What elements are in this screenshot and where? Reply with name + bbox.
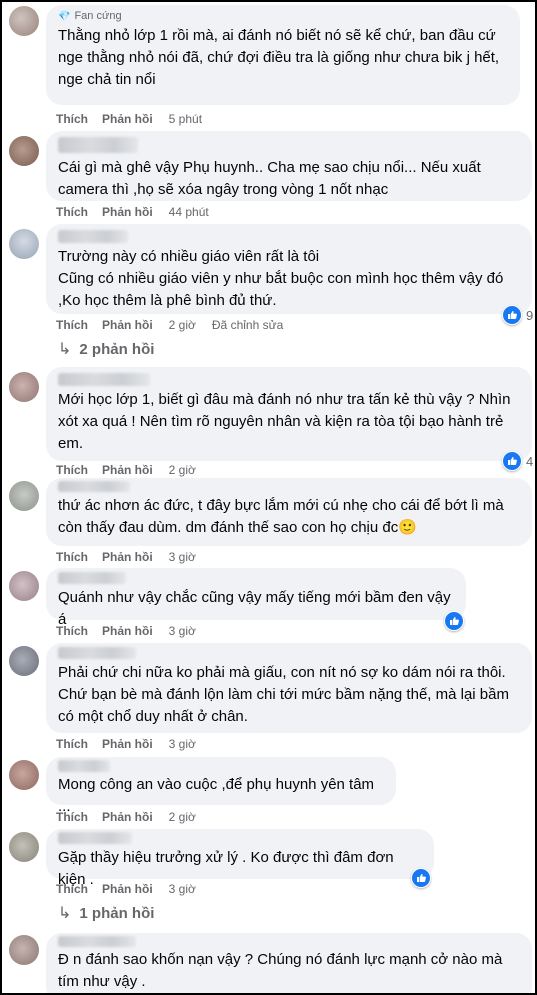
avatar[interactable] <box>9 646 39 676</box>
avatar[interactable] <box>9 760 39 790</box>
commenter-name[interactable] <box>58 481 130 492</box>
comment-actions: Thích Phản hồi 3 giờ <box>56 623 196 639</box>
comment-bubble: Mong công an vào cuộc ,để phụ huynh yên … <box>46 757 396 815</box>
reply-button[interactable]: Phản hồi <box>102 737 153 751</box>
avatar[interactable] <box>9 229 39 259</box>
like-button[interactable]: Thích <box>56 318 88 332</box>
reply-button[interactable]: Phản hồi <box>102 463 153 477</box>
like-button[interactable]: Thích <box>56 112 88 126</box>
like-button[interactable]: Thích <box>56 810 88 824</box>
reply-button[interactable]: Phản hồi <box>102 318 153 332</box>
reply-button[interactable]: Phản hồi <box>102 550 153 564</box>
comment-text: Mới học lớp 1, biết gì đâu mà đánh nó nh… <box>58 391 511 452</box>
comment-bubble: 💎 Fan cứng Thằng nhỏ lớp 1 rồi mà, ai đán… <box>46 5 520 105</box>
comment-bubble: Quánh như vậy chắc cũng vậy mấy tiếng mớ… <box>46 568 466 628</box>
comment-bubble: thứ ác nhơn ác đức, t đây bực lắm mới cú… <box>46 478 532 546</box>
commenter-name[interactable] <box>58 936 136 947</box>
timestamp: 3 giờ <box>168 737 196 751</box>
reaction-summary[interactable] <box>444 611 464 631</box>
comment-actions: Thích Phản hồi 3 giờ <box>56 881 196 897</box>
thumbs-up-icon <box>411 868 431 888</box>
comment-body: thứ ác nhơn ác đức, t đây bực lắm mới cú… <box>58 497 504 536</box>
reaction-summary[interactable]: 4 <box>502 451 533 471</box>
avatar[interactable] <box>9 935 39 965</box>
commenter-name[interactable] <box>58 832 132 844</box>
fan-badge: 💎 Fan cứng <box>58 9 508 23</box>
replies-label: 2 phản hồi <box>79 341 155 358</box>
comment-actions: Thích Phản hồi 44 phút <box>56 204 209 220</box>
comment-actions: Thích Phản hồi 3 giờ <box>56 549 196 565</box>
comment-text: Phải chứ chi nữa ko phải mà giấu, con ní… <box>58 664 509 725</box>
thumbs-up-icon <box>502 305 522 325</box>
like-button[interactable]: Thích <box>56 737 88 751</box>
comment-bubble: Gặp thầy hiệu trưởng xử lý . Ko được thì… <box>46 829 434 888</box>
commenter-name[interactable] <box>58 760 110 772</box>
comment-bubble: Đ n đánh sao khốn nạn vậy ? Chúng nó đán… <box>46 933 532 993</box>
commenter-name[interactable] <box>58 137 138 153</box>
timestamp: 44 phút <box>168 205 209 219</box>
like-button[interactable]: Thích <box>56 624 88 638</box>
reply-button[interactable]: Phản hồi <box>102 112 153 126</box>
edited-label: Đã chỉnh sửa <box>211 318 284 332</box>
comment-bubble: Mới học lớp 1, biết gì đâu mà đánh nó nh… <box>46 367 532 461</box>
comment-thread: 💎 Fan cứng Thằng nhỏ lớp 1 rồi mà, ai đán… <box>0 0 537 995</box>
comment-text: thứ ác nhơn ác đức, t đây bực lắm mới cú… <box>58 495 520 539</box>
reply-button[interactable]: Phản hồi <box>102 205 153 219</box>
comment-actions: Thích Phản hồi 5 phút <box>56 111 202 127</box>
comment-bubble: Phải chứ chi nữa ko phải mà giấu, con ní… <box>46 643 532 733</box>
comment-actions: Thích Phản hồi 3 giờ <box>56 736 196 752</box>
thumbs-up-icon <box>502 451 522 471</box>
reply-button[interactable]: Phản hồi <box>102 810 153 824</box>
like-button[interactable]: Thích <box>56 882 88 896</box>
reply-button[interactable]: Phản hồi <box>102 882 153 896</box>
thumbs-up-icon <box>444 611 464 631</box>
smiley-emoji: 🙂 <box>398 519 417 536</box>
timestamp: 2 giờ <box>168 810 196 824</box>
avatar[interactable] <box>9 372 39 402</box>
avatar[interactable] <box>9 6 39 36</box>
comment-actions: Thích Phản hồi 2 giờ <box>56 462 196 478</box>
view-replies-link[interactable]: ↳ 1 phản hồi <box>58 904 154 924</box>
like-button[interactable]: Thích <box>56 205 88 219</box>
comment-text: Thằng nhỏ lớp 1 rồi mà, ai đánh nó biết … <box>58 27 500 88</box>
avatar[interactable] <box>9 571 39 601</box>
comment-bubble: Trường này có nhiều giáo viên rất là tôi… <box>46 224 532 314</box>
comment-bubble: Cái gì mà ghê vậy Phụ huynh.. Cha mẹ sao… <box>46 131 532 201</box>
avatar[interactable] <box>9 136 39 166</box>
comment-actions: Thích Phản hồi 2 giờ Đã chỉnh sửa <box>56 317 283 333</box>
comment-text: Cái gì mà ghê vậy Phụ huynh.. Cha mẹ sao… <box>58 159 481 198</box>
commenter-name[interactable] <box>58 572 126 584</box>
avatar[interactable] <box>9 832 39 862</box>
timestamp: 2 giờ <box>168 318 196 332</box>
commenter-name[interactable] <box>58 230 128 243</box>
timestamp: 3 giờ <box>168 624 196 638</box>
like-button[interactable]: Thích <box>56 463 88 477</box>
commenter-name[interactable] <box>58 373 150 386</box>
comment-actions: Thích Phản hồi 2 giờ <box>56 809 196 825</box>
reaction-summary[interactable] <box>411 868 431 888</box>
badge-label: Fan cứng <box>74 10 122 22</box>
comment-text: Trường này có nhiều giáo viên rất là tôi… <box>58 248 504 309</box>
like-button[interactable]: Thích <box>56 550 88 564</box>
replies-label: 1 phản hồi <box>79 905 155 922</box>
comment-text: Đ n đánh sao khốn nạn vậy ? Chúng nó đán… <box>58 951 503 990</box>
reply-arrow-icon: ↳ <box>58 341 72 358</box>
reply-button[interactable]: Phản hồi <box>102 624 153 638</box>
timestamp: 5 phút <box>168 112 203 126</box>
diamond-icon: 💎 <box>58 10 71 22</box>
reaction-count: 4 <box>526 453 534 469</box>
timestamp: 2 giờ <box>168 463 196 477</box>
avatar[interactable] <box>9 481 39 511</box>
reaction-count: 9 <box>526 307 534 323</box>
reaction-summary[interactable]: 9 <box>502 305 533 325</box>
view-replies-link[interactable]: ↳ 2 phản hồi <box>58 340 154 360</box>
commenter-name[interactable] <box>58 647 136 659</box>
timestamp: 3 giờ <box>168 882 196 896</box>
timestamp: 3 giờ <box>168 550 196 564</box>
reply-arrow-icon: ↳ <box>58 905 72 922</box>
